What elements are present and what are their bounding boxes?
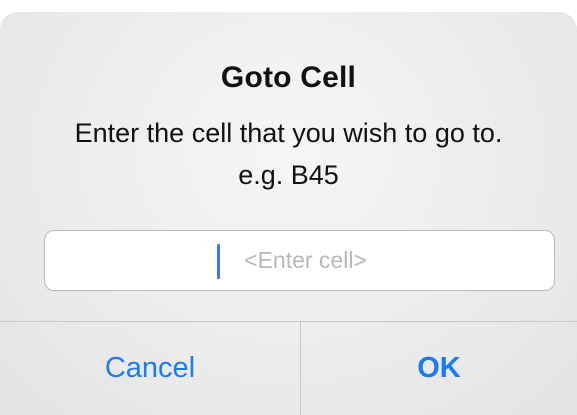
dialog-message-line-1: Enter the cell that you wish to go to. [74,118,503,148]
dialog-title: Goto Cell [220,61,357,94]
dialog-message: Enter the cell that you wish to go to. e… [0,112,577,196]
dialog-message-line-2: e.g. B45 [238,160,339,190]
text-caret [217,244,220,279]
goto-cell-dialog: Goto Cell Enter the cell that you wish t… [0,12,577,415]
ok-button[interactable]: OK [301,322,577,415]
cell-input-container[interactable] [44,230,555,291]
cell-input[interactable] [45,231,554,290]
cancel-button[interactable]: Cancel [0,322,300,415]
